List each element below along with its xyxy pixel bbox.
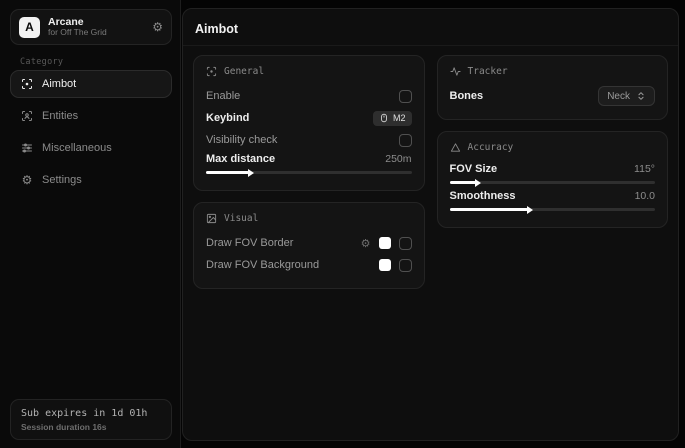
bones-select[interactable]: Neck [598,86,655,106]
app-logo: A [19,17,40,38]
left-column: General Enable Keybind M2 V [193,55,425,289]
max-distance-label: Max distance [206,153,275,165]
fov-size-row: FOV Size 115° [450,161,656,188]
enable-label: Enable [206,90,240,102]
sub-expiry-text: Sub expires in 1d 01h [21,408,161,419]
keybind-row: Keybind M2 [206,107,412,129]
activity-icon [450,66,461,77]
bones-selected-value: Neck [607,91,630,102]
fov-size-slider[interactable] [450,181,656,184]
general-card: General Enable Keybind M2 V [193,55,425,191]
draw-fov-background-label: Draw FOV Background [206,259,319,271]
fov-size-value: 115° [634,163,655,175]
page-title: Aimbot [195,22,666,36]
panel-header: Aimbot [183,9,678,46]
sidebar-nav: Aimbot Entities Miscellaneous ⚙ Settings [10,70,172,198]
sliders-icon [21,142,33,154]
draw-fov-border-row: Draw FOV Border ⚙ [206,232,412,254]
slider-thumb[interactable] [475,179,481,187]
slider-thumb[interactable] [527,206,533,214]
draw-fov-background-row: Draw FOV Background [206,254,412,276]
sidebar-item-label: Entities [42,110,78,122]
draw-fov-border-checkbox[interactable] [399,237,412,250]
fov-border-color-swatch[interactable] [379,237,391,249]
max-distance-slider[interactable] [206,171,412,174]
general-card-title: General [206,66,412,77]
panel-content: General Enable Keybind M2 V [183,46,678,298]
sidebar-item-label: Settings [42,174,82,186]
sidebar-item-aimbot[interactable]: Aimbot [10,70,172,98]
fov-size-label: FOV Size [450,163,498,175]
subscription-info-card: Sub expires in 1d 01h Session duration 1… [10,399,172,440]
visibility-check-label: Visibility check [206,134,277,146]
app-subtitle: for Off The Grid [48,28,144,38]
app-header-card: A Arcane for Off The Grid ⚙ [10,9,172,45]
bones-row: Bones Neck [450,85,656,107]
crosshair-icon [21,78,33,90]
smoothness-slider[interactable] [450,208,656,211]
sidebar-item-label: Miscellaneous [42,142,112,154]
smoothness-value: 10.0 [635,190,655,202]
enable-checkbox[interactable] [399,90,412,103]
draw-fov-background-checkbox[interactable] [399,259,412,272]
smoothness-row: Smoothness 10.0 [450,188,656,215]
settings-gear-icon[interactable]: ⚙ [152,20,163,34]
category-label: Category [20,57,63,67]
bones-label: Bones [450,90,484,102]
smoothness-label: Smoothness [450,190,516,202]
fov-border-gear-icon[interactable]: ⚙ [361,237,371,250]
visual-card-title: Visual [206,213,412,224]
right-column: Tracker Bones Neck [437,55,669,289]
fov-background-color-swatch[interactable] [379,259,391,271]
triangle-icon [450,142,461,153]
mouse-icon [379,113,389,123]
sidebar-item-settings[interactable]: ⚙ Settings [10,166,172,194]
draw-fov-border-label: Draw FOV Border [206,237,293,249]
crosshair-icon [206,66,217,77]
main-panel: Aimbot General Enable Keybind [182,8,679,441]
max-distance-value: 250m [385,153,411,165]
tracker-card: Tracker Bones Neck [437,55,669,120]
person-scan-icon [21,110,33,122]
max-distance-row: Max distance 250m [206,151,412,178]
keybind-value: M2 [393,113,406,123]
unfold-icon [636,91,646,101]
keybind-label: Keybind [206,112,249,124]
accuracy-card-title: Accuracy [450,142,656,153]
visual-card: Visual Draw FOV Border ⚙ Draw FOV Backgr… [193,202,425,289]
enable-row: Enable [206,85,412,107]
visibility-check-row: Visibility check [206,129,412,151]
accuracy-card: Accuracy FOV Size 115° Smoothn [437,131,669,228]
sidebar: A Arcane for Off The Grid ⚙ Category Aim… [0,0,181,448]
image-icon [206,213,217,224]
session-duration-text: Session duration 16s [21,422,161,432]
slider-thumb[interactable] [248,169,254,177]
sidebar-item-miscellaneous[interactable]: Miscellaneous [10,134,172,162]
gear-icon: ⚙ [21,174,33,186]
sidebar-item-label: Aimbot [42,78,76,90]
visibility-check-checkbox[interactable] [399,134,412,147]
tracker-card-title: Tracker [450,66,656,77]
sidebar-item-entities[interactable]: Entities [10,102,172,130]
keybind-value-badge[interactable]: M2 [373,111,412,126]
